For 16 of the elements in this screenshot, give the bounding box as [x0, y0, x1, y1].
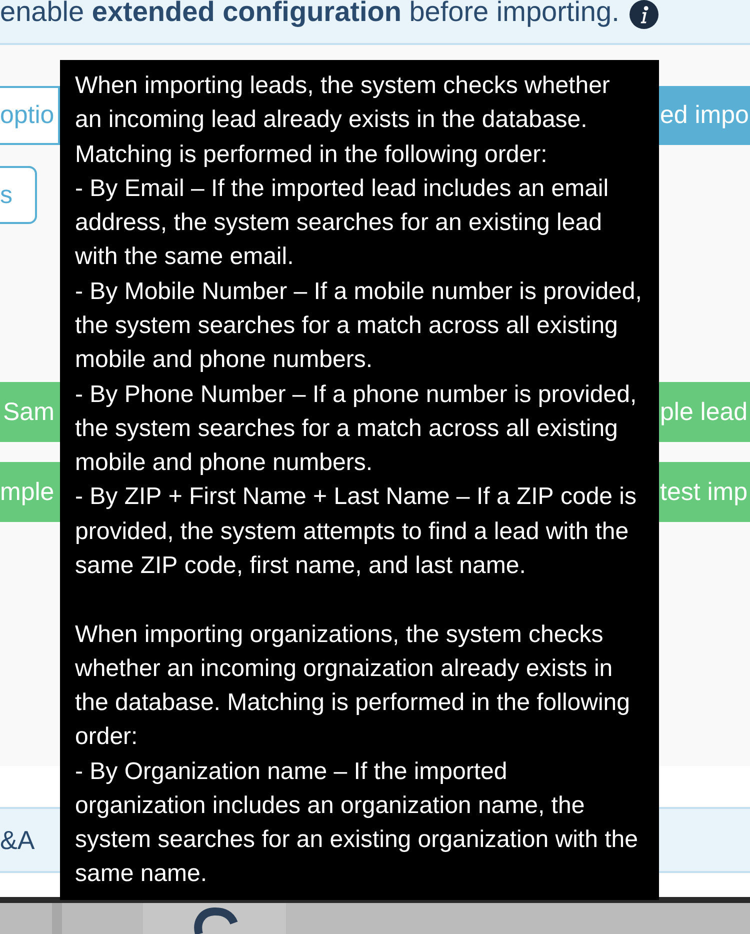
info-icon[interactable]: [629, 0, 660, 29]
matching-rule-text: - By Email – If the imported lead includes an email address, the system searches for an existing lead with the same email.: [75, 174, 610, 272]
filled-button[interactable]: test imp: [659, 462, 750, 522]
filled-button[interactable]: Sam: [0, 382, 60, 442]
outline-button[interactable]: optio: [0, 86, 60, 145]
matching-rule-text: - By Phone Number – If a phone number is provided, the system searches for a match across all existing mobile and phone numbers.: [75, 380, 638, 478]
matching-rule-text: - By ZIP + First Name + Last Name – If a ZIP code is provided, the system attempts to find a lead with the same ZIP code, first name, and last name.: [75, 482, 638, 581]
filled-button[interactable]: mple: [0, 462, 60, 522]
outline-button[interactable]: s: [0, 166, 37, 224]
matching-rule-text: - By Mobile Number – If a mobile number is provided, the system searches for a match across all existing mobile and phone numbers.: [75, 276, 642, 376]
filled-button[interactable]: ple lead: [659, 382, 750, 442]
panel-strip: [52, 903, 62, 934]
filled-button[interactable]: ed impo: [659, 86, 750, 145]
tooltip-paragraph: When importing organizations, the system checks whether an incoming orgnaization already exists in the database. Matching is performed in the following order:: [75, 620, 631, 752]
tooltip-paragraph: When importing leads, the system checks whether an incoming lead already exists in the database. Matching is performed in the following order:: [75, 71, 611, 170]
curve-icon: [193, 905, 239, 934]
